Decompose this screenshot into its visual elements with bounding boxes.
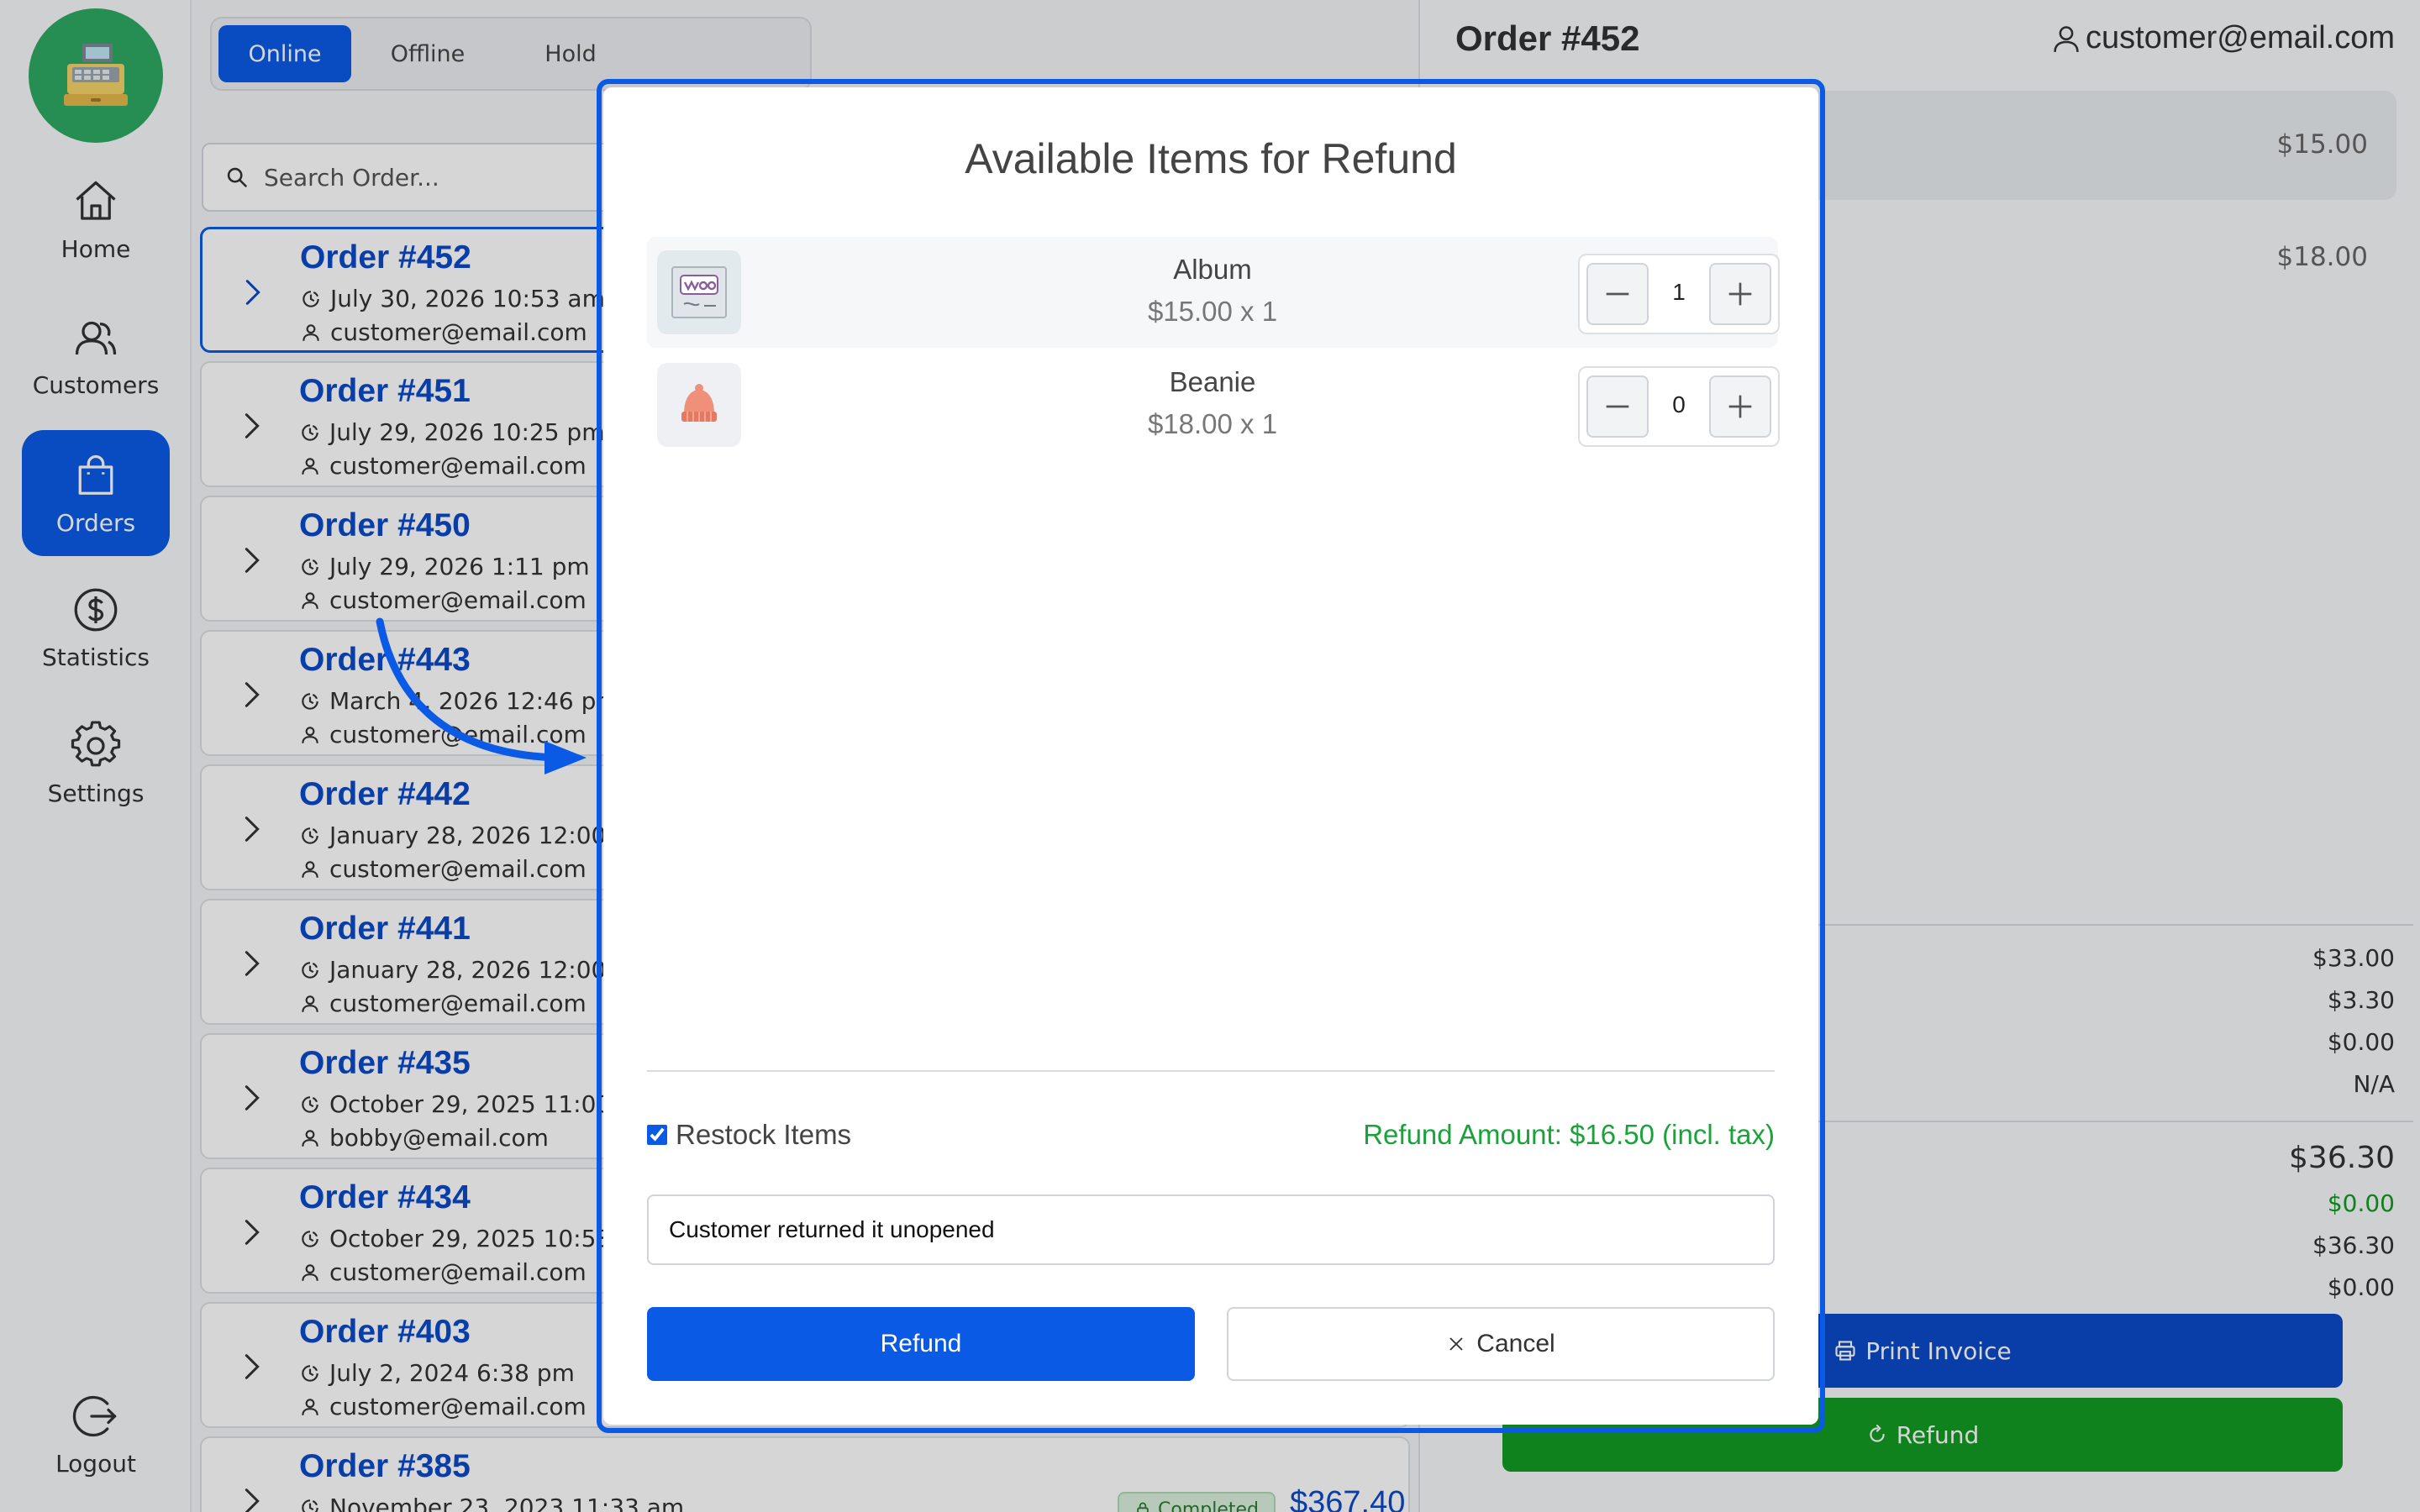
refund-item: Album $15.00 x 1 1	[647, 237, 1780, 348]
plus-icon	[1728, 395, 1752, 418]
modal-divider	[647, 1070, 1775, 1072]
quantity-stepper: 0	[1578, 366, 1780, 447]
increment-button[interactable]	[1709, 263, 1771, 325]
minus-icon	[1606, 405, 1629, 408]
close-icon	[1449, 1337, 1463, 1351]
refund-reason-input[interactable]	[647, 1194, 1775, 1265]
modal-title: Available Items for Refund	[965, 135, 1457, 182]
quantity-stepper: 1	[1578, 254, 1780, 334]
quantity-value[interactable]: 1	[1649, 279, 1709, 306]
restock-items-option[interactable]: Restock Items	[647, 1119, 851, 1151]
increment-button[interactable]	[1709, 375, 1771, 438]
decrement-button[interactable]	[1586, 263, 1649, 325]
refund-button[interactable]: Refund	[647, 1307, 1195, 1381]
quantity-value[interactable]: 0	[1649, 391, 1709, 418]
refund-item: Beanie $18.00 x 1 0	[647, 349, 1780, 460]
restock-checkbox[interactable]	[647, 1125, 667, 1145]
minus-icon	[1606, 292, 1629, 296]
refund-modal: Available Items for Refund Album $15.00 …	[603, 87, 1818, 1425]
refund-amount: Refund Amount: $16.50 (incl. tax)	[1363, 1119, 1775, 1150]
restock-label: Restock Items	[676, 1119, 852, 1150]
plus-icon	[1728, 282, 1752, 306]
cancel-button[interactable]: Cancel	[1227, 1307, 1775, 1381]
decrement-button[interactable]	[1586, 375, 1649, 438]
